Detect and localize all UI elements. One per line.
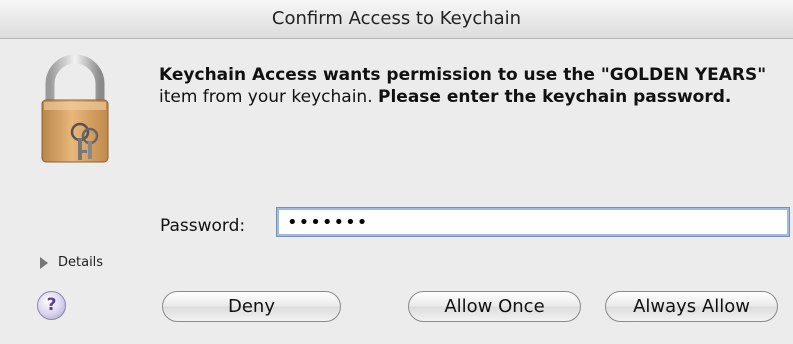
password-label: Password: xyxy=(160,216,246,236)
allow-once-button[interactable]: Allow Once xyxy=(408,291,581,322)
message-part-3: Please enter the keychain password. xyxy=(378,87,732,107)
details-label: Details xyxy=(58,255,104,270)
padlock-icon xyxy=(38,54,112,164)
keychain-access-dialog: Confirm Access to Keychain Keychain Acce… xyxy=(0,0,793,344)
deny-button[interactable]: Deny xyxy=(162,291,341,322)
help-icon[interactable]: ? xyxy=(37,291,66,320)
titlebar[interactable]: Confirm Access to Keychain xyxy=(0,0,793,39)
message-part-1: Keychain Access wants permission to use … xyxy=(159,65,767,85)
permission-message: Keychain Access wants permission to use … xyxy=(159,64,769,108)
message-part-2: item from your keychain. xyxy=(159,87,379,107)
password-input[interactable] xyxy=(276,207,790,237)
always-allow-button[interactable]: Always Allow xyxy=(605,291,778,322)
details-disclosure[interactable]: Details xyxy=(40,255,103,270)
window-title: Confirm Access to Keychain xyxy=(271,8,522,29)
disclosure-triangle-icon[interactable] xyxy=(40,256,48,269)
